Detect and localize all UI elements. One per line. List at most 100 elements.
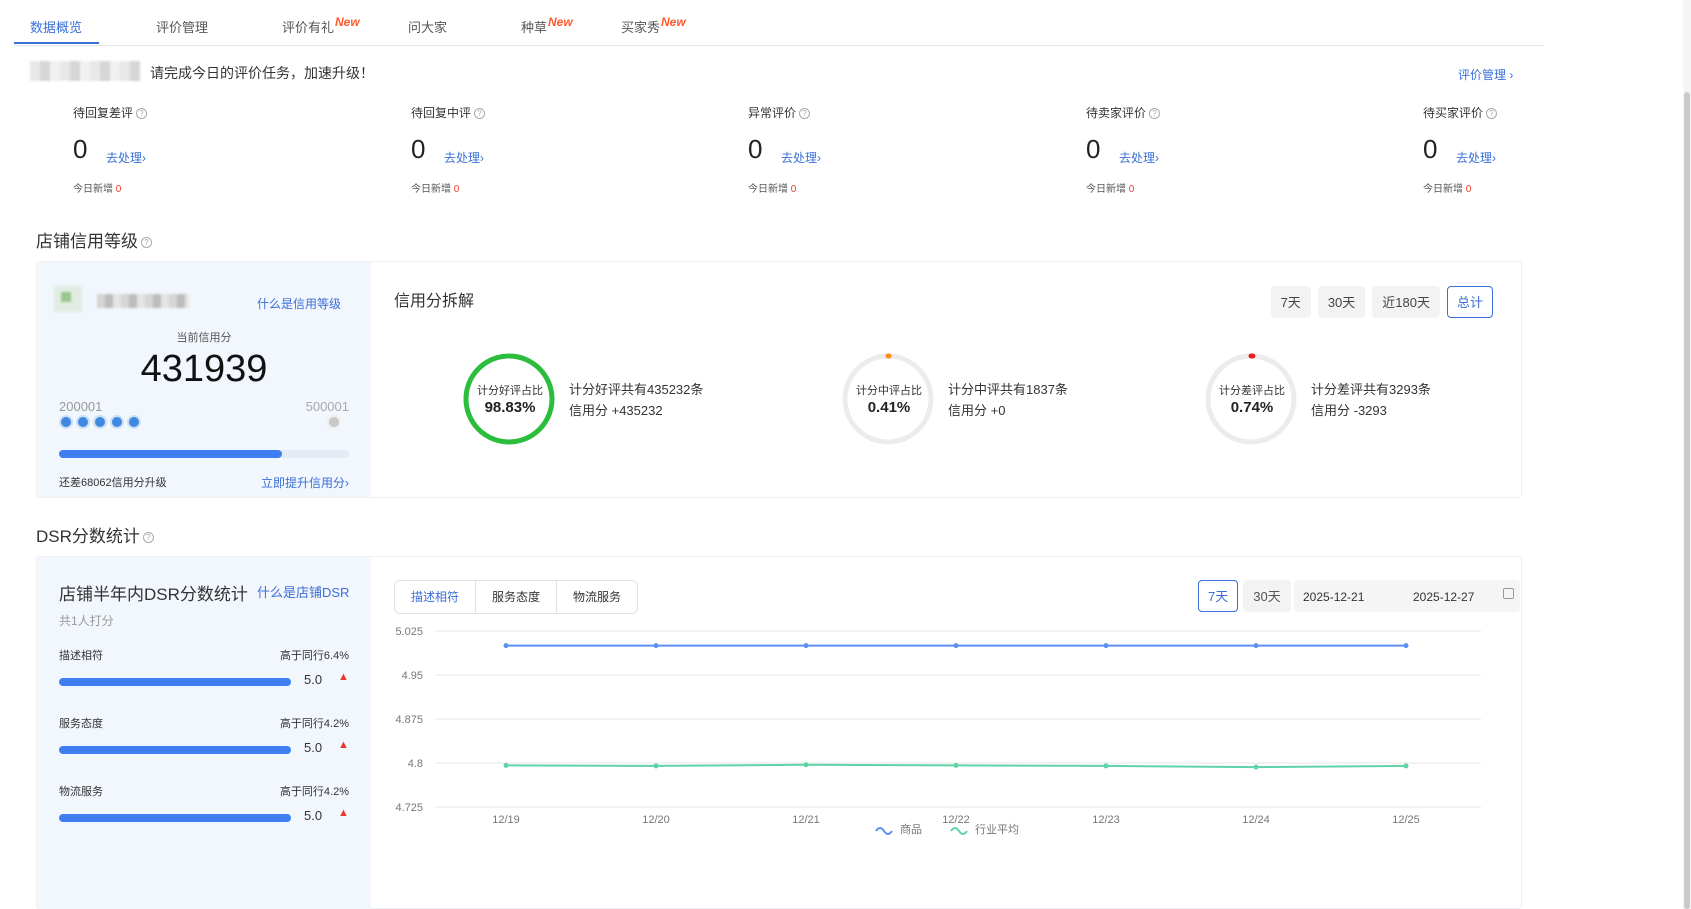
tab-label: 评价有礼 xyxy=(282,20,335,35)
stat-label: 待卖家评价 xyxy=(1086,106,1147,120)
what-is-credit-link[interactable]: 什么是信用等级 xyxy=(257,295,341,312)
what-is-dsr-link[interactable]: 什么是店铺DSR xyxy=(257,582,349,601)
today-value: 0 xyxy=(1128,184,1135,195)
ring-label: 计分好评占比 xyxy=(477,385,543,397)
ring-count: 计分差评共有3293条 xyxy=(1311,382,1431,397)
ring-label: 计分中评占比 xyxy=(856,385,922,397)
data-point xyxy=(503,643,509,649)
level-min: 200001 xyxy=(59,399,103,414)
dsr-card: 店铺半年内DSR分数统计 什么是店铺DSR 共1人打分 描述相符 高于同行6.4… xyxy=(36,556,1522,909)
help-icon[interactable]: ? xyxy=(142,532,154,544)
process-link[interactable]: 去处理› xyxy=(1119,149,1159,166)
ring-neutral: 计分中评占比 0.41% 计分中评共有1837条 信用分 +0 xyxy=(841,352,1161,452)
legend-label: 商品 xyxy=(900,822,922,836)
today-value: 0 xyxy=(115,184,122,195)
credit-summary-panel: 什么是信用等级 当前信用分 431939 200001 500001 还差680… xyxy=(37,262,371,497)
data-point xyxy=(653,763,659,769)
today-label: 今日新增 xyxy=(411,184,451,195)
help-icon[interactable]: ? xyxy=(1149,108,1161,120)
dsr-score: 5.0 xyxy=(304,740,323,755)
scrollbar-thumb[interactable] xyxy=(1684,92,1690,909)
credit-progress-fill xyxy=(59,450,283,458)
data-point xyxy=(653,643,659,649)
tab-seeding[interactable]: 种草New xyxy=(521,15,573,36)
ring-percent: 0.74% xyxy=(1230,399,1274,416)
ring-percent: 98.83% xyxy=(484,399,536,416)
tab-ask-everyone[interactable]: 问大家 xyxy=(408,17,447,36)
data-point xyxy=(803,643,809,649)
x-tick-label: 12/19 xyxy=(492,814,520,826)
dsr-score-bar xyxy=(59,678,291,686)
page-scrollbar[interactable] xyxy=(1683,0,1691,909)
tab-review-management[interactable]: 评价管理 xyxy=(156,17,208,36)
today-label: 今日新增 xyxy=(1423,184,1463,195)
process-link[interactable]: 去处理› xyxy=(781,149,821,166)
tab-overview[interactable]: 数据概览 xyxy=(30,17,82,36)
ring-score: 信用分 -3293 xyxy=(1311,403,1387,418)
data-point xyxy=(503,762,509,768)
current-credit-label: 当前信用分 xyxy=(176,332,232,344)
tab-label: 问大家 xyxy=(408,20,448,35)
dsr-row-name: 服务态度 xyxy=(59,718,103,730)
stat-value: 0 xyxy=(1423,134,1438,164)
help-icon[interactable]: ? xyxy=(136,108,148,120)
help-icon[interactable]: ? xyxy=(1486,108,1498,120)
blurred-username xyxy=(30,61,140,81)
credit-range-selector: 7天 30天 近180天 总计 xyxy=(1264,286,1493,318)
diamond-icon xyxy=(76,415,90,429)
help-icon[interactable]: ? xyxy=(141,237,152,249)
section-title-text: 店铺信用等级 xyxy=(36,232,138,251)
range-7d-button[interactable]: 7天 xyxy=(1270,286,1311,318)
process-link[interactable]: 去处理› xyxy=(106,149,146,166)
data-point xyxy=(1403,643,1409,649)
stat-pending-negative: 待回复差评? 0 去处理› 今日新增 0 xyxy=(73,104,273,195)
y-tick-label: 4.725 xyxy=(395,802,423,814)
tab-buyer-show[interactable]: 买家秀New xyxy=(621,15,686,36)
dsr-score: 5.0 xyxy=(304,672,323,687)
dsr-section-title: DSR分数统计? xyxy=(36,522,154,547)
breakdown-title: 信用分拆解 xyxy=(394,293,475,310)
stat-pending-buyer: 待买家评价? 0 去处理› 今日新增 0 xyxy=(1423,104,1623,195)
upgrade-remaining-text: 还差68062信用分升级 xyxy=(59,477,167,489)
new-badge: New xyxy=(335,15,360,29)
raise-credit-link[interactable]: 立即提升信用分› xyxy=(261,474,349,491)
dsr-chart-panel: 描述相符 服务态度 物流服务 7天 30天 2025-12-21 2025-12-… xyxy=(371,557,1521,909)
range-total-button[interactable]: 总计 xyxy=(1446,286,1493,318)
stat-value: 0 xyxy=(748,134,763,164)
today-label: 今日新增 xyxy=(1086,184,1126,195)
data-point xyxy=(953,762,959,768)
ring-count: 计分好评共有435232条 xyxy=(569,382,704,397)
x-tick-label: 12/20 xyxy=(642,814,670,826)
range-180d-button[interactable]: 近180天 xyxy=(1372,286,1440,318)
range-30d-button[interactable]: 30天 xyxy=(1317,286,1366,318)
dsr-score-bar xyxy=(59,746,291,754)
ring-count: 计分中评共有1837条 xyxy=(948,382,1068,397)
ring-negative: 计分差评占比 0.74% 计分差评共有3293条 信用分 -3293 xyxy=(1204,352,1524,452)
x-tick-label: 12/23 xyxy=(1092,814,1120,826)
stat-pending-neutral: 待回复中评? 0 去处理› 今日新增 0 xyxy=(411,104,611,195)
help-icon[interactable]: ? xyxy=(799,108,811,120)
y-tick-label: 4.875 xyxy=(395,714,423,726)
ring-positive: 计分好评占比 98.83% 计分好评共有435232条 信用分 +435232 xyxy=(462,352,782,452)
stat-label: 异常评价 xyxy=(748,106,797,120)
dsr-title: 店铺半年内DSR分数统计 xyxy=(59,585,248,604)
data-point xyxy=(1253,764,1259,770)
credit-card: 什么是信用等级 当前信用分 431939 200001 500001 还差680… xyxy=(36,261,1522,498)
dsr-row-peer: 高于同行4.2% xyxy=(279,786,349,798)
level-max: 500001 xyxy=(305,399,349,414)
tab-review-gift[interactable]: 评价有礼New xyxy=(282,15,360,36)
stat-abnormal: 异常评价? 0 去处理› 今日新增 0 xyxy=(748,104,948,195)
stat-value: 0 xyxy=(1086,134,1101,164)
data-point xyxy=(1103,763,1109,769)
process-link[interactable]: 去处理› xyxy=(444,149,484,166)
today-value: 0 xyxy=(1465,184,1472,195)
review-management-link[interactable]: 评价管理 › xyxy=(1458,66,1513,83)
diamond-icon xyxy=(127,415,141,429)
credit-breakdown-panel: 信用分拆解 7天 30天 近180天 总计 计分好评占比 98.83% 计分好评共有4… xyxy=(371,262,1521,497)
diamond-icon xyxy=(59,415,73,429)
help-icon[interactable]: ? xyxy=(474,108,486,120)
tab-label: 种草 xyxy=(521,20,548,35)
x-tick-label: 12/24 xyxy=(1242,814,1270,826)
process-link[interactable]: 去处理› xyxy=(1456,149,1496,166)
dsr-row-name: 描述相符 xyxy=(59,650,103,662)
